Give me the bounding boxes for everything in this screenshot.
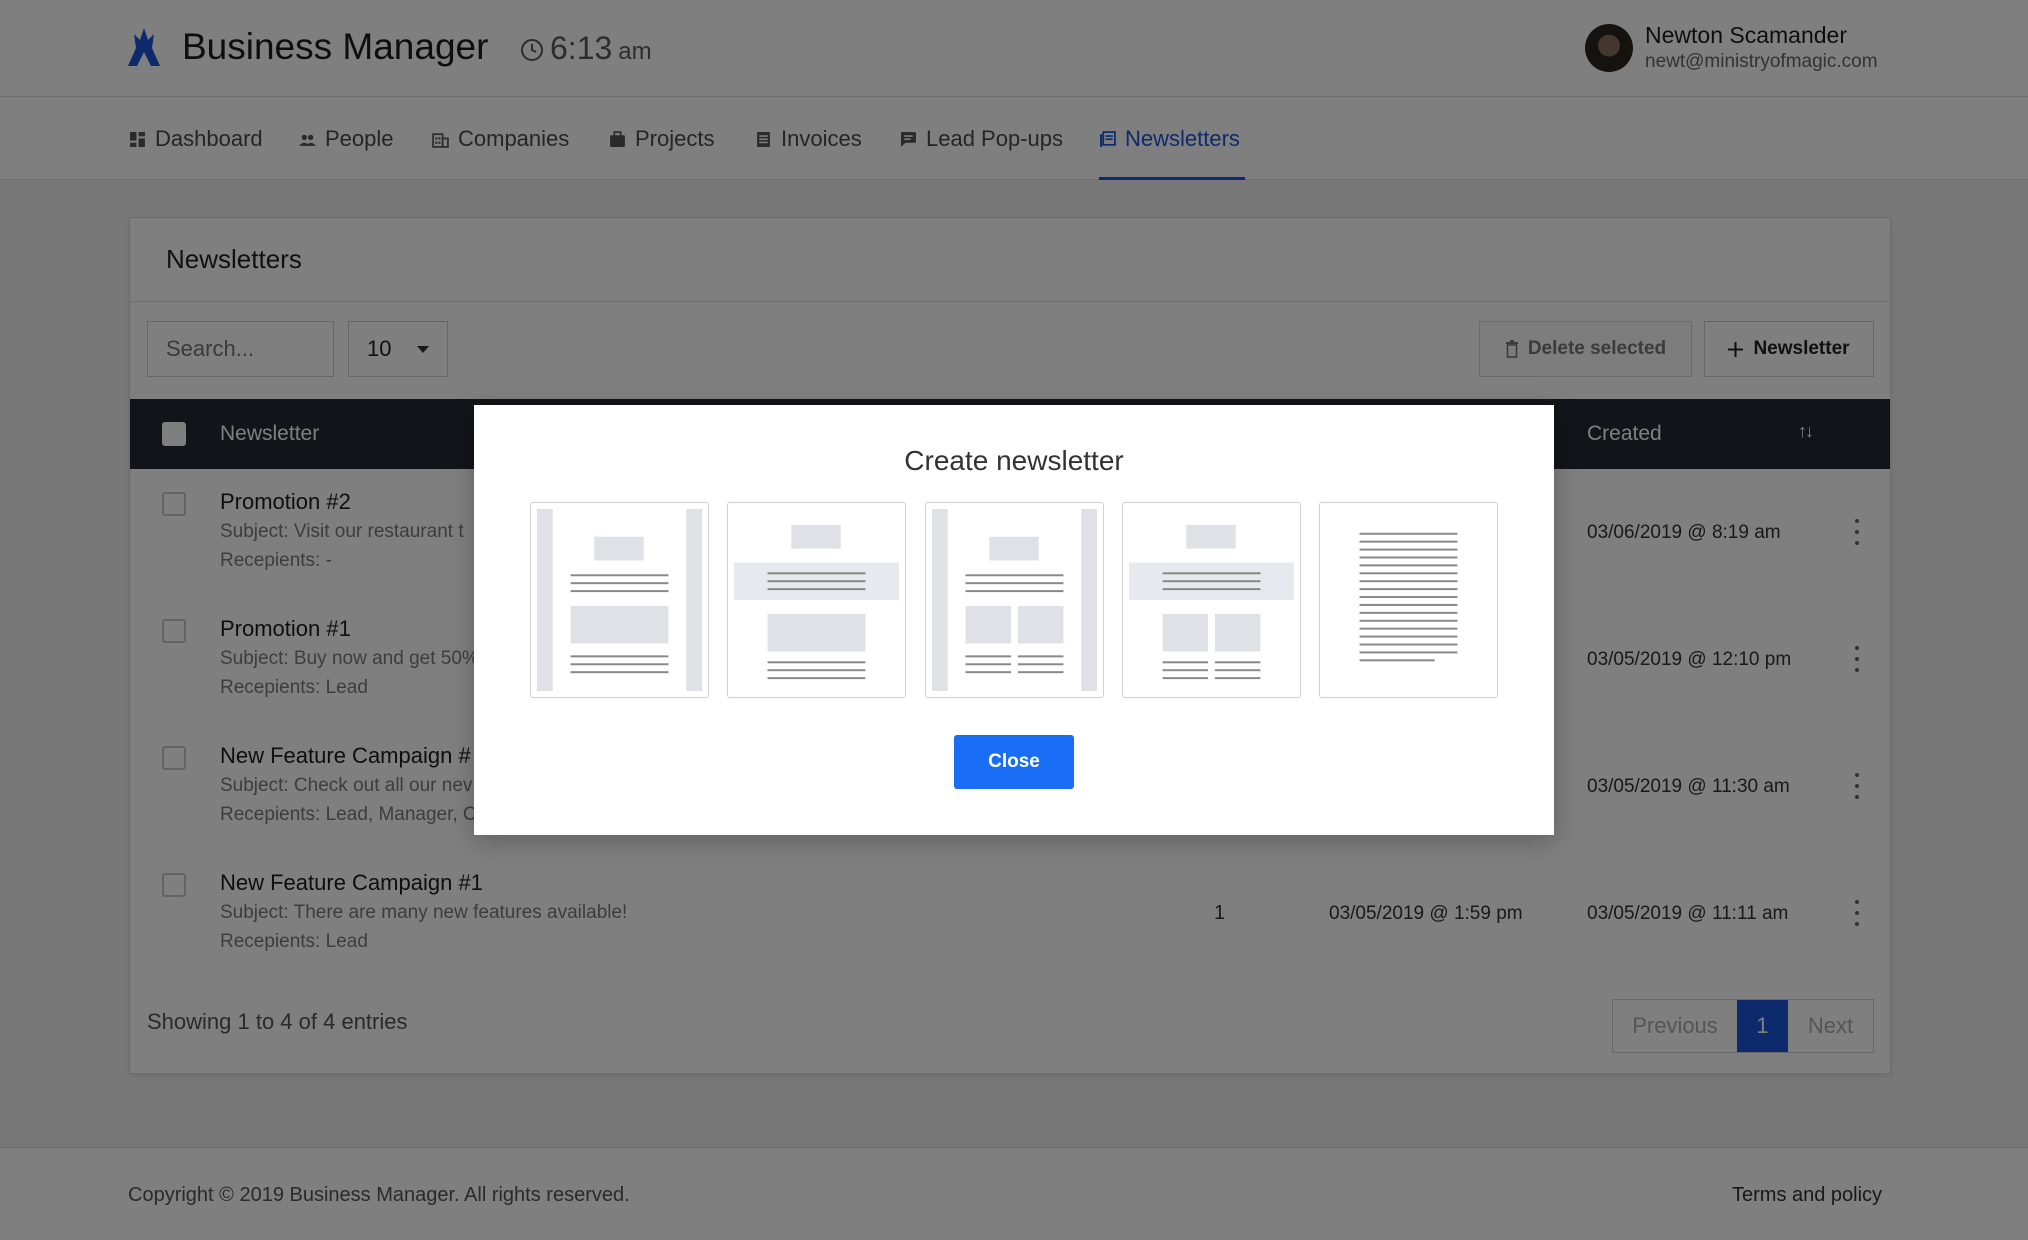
template-plain-text-icon (1359, 532, 1458, 662)
template-plain-text[interactable] (1319, 502, 1498, 698)
template-sidebar-two-column[interactable] (925, 502, 1104, 698)
template-banner-single[interactable] (727, 502, 906, 698)
create-newsletter-modal: Create newsletter Close (474, 405, 1554, 835)
template-sidebar-single[interactable] (530, 502, 709, 698)
template-banner-two-column[interactable] (1122, 502, 1301, 698)
template-sidebar-two-column-icon (931, 509, 1098, 691)
template-banner-single-icon (733, 524, 900, 680)
modal-title: Create newsletter (904, 445, 1124, 476)
template-sidebar-single-icon (536, 509, 703, 691)
template-banner-two-column-icon (1128, 524, 1295, 680)
close-button[interactable]: Close (954, 735, 1074, 789)
